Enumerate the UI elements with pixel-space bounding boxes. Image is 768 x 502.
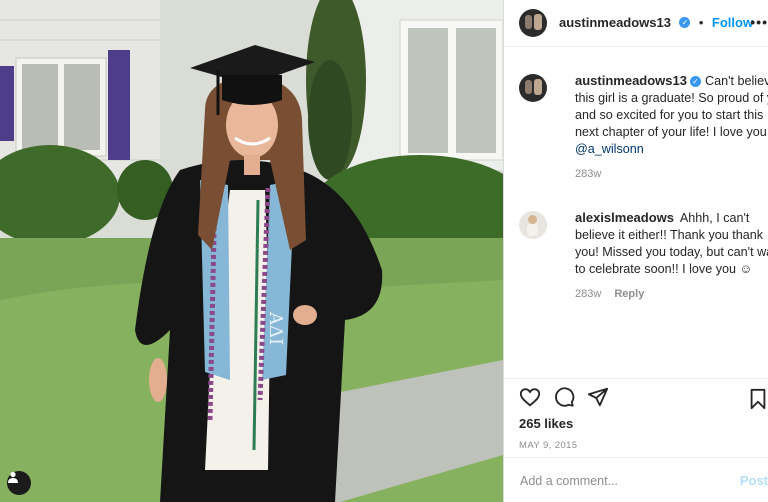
comment-text: alexislmeadows Ahhh, I can't believe it … [575,197,768,278]
tag-people-button[interactable] [7,471,31,495]
verified-badge-icon: ✓ [690,76,701,88]
post-button[interactable]: Post [740,473,768,488]
avatar[interactable] [519,9,547,37]
comment-composer: Post [504,457,768,502]
comment-text: austinmeadows13✓Can't believe this girl … [575,60,768,158]
post-photo[interactable]: ΑΔΙ [0,0,503,502]
mention-link[interactable]: @a_wilsonn [575,142,644,156]
author-row: austinmeadows13 ✓ • Follow [559,14,753,32]
post-side-panel: austinmeadows13 ✓ • Follow ••• austinmea… [503,0,768,502]
more-options-icon[interactable]: ••• [750,14,768,30]
comment-meta: 283w [575,168,768,180]
comment-time[interactable]: 283w [575,168,601,180]
comment-icon[interactable] [553,386,575,408]
comment-caption: austinmeadows13✓Can't believe this girl … [504,60,768,180]
action-icons [504,379,768,415]
comment-reply: alexislmeadows Ahhh, I can't believe it … [504,197,768,300]
post-date[interactable]: MAY 9, 2015 [504,440,768,451]
comments-list: austinmeadows13✓Can't believe this girl … [504,60,768,300]
comment-time[interactable]: 283w [575,288,601,300]
svg-text:ΑΔΙ: ΑΔΙ [265,311,286,345]
comment-meta: 283w Reply [575,288,768,300]
bookmark-icon[interactable] [748,388,768,415]
graduation-photo-illustration: ΑΔΙ [0,0,503,502]
comment-username[interactable]: alexislmeadows [575,210,674,225]
reply-button[interactable]: Reply [614,288,644,300]
verified-badge-icon: ✓ [679,17,691,29]
author-username[interactable]: austinmeadows13 [559,15,671,30]
user-icon [8,471,18,483]
follow-button[interactable]: Follow [712,15,753,30]
heart-icon[interactable] [519,386,541,408]
comment-username[interactable]: austinmeadows13 [575,73,687,88]
post-actions: 265 likes MAY 9, 2015 [504,378,768,451]
separator: • [698,15,704,30]
avatar[interactable] [519,211,547,239]
post-header: austinmeadows13 ✓ • Follow ••• [504,0,768,47]
likes-count[interactable]: 265 likes [504,416,768,431]
share-icon[interactable] [587,386,609,408]
avatar[interactable] [519,74,547,102]
add-comment-input[interactable] [518,472,722,489]
